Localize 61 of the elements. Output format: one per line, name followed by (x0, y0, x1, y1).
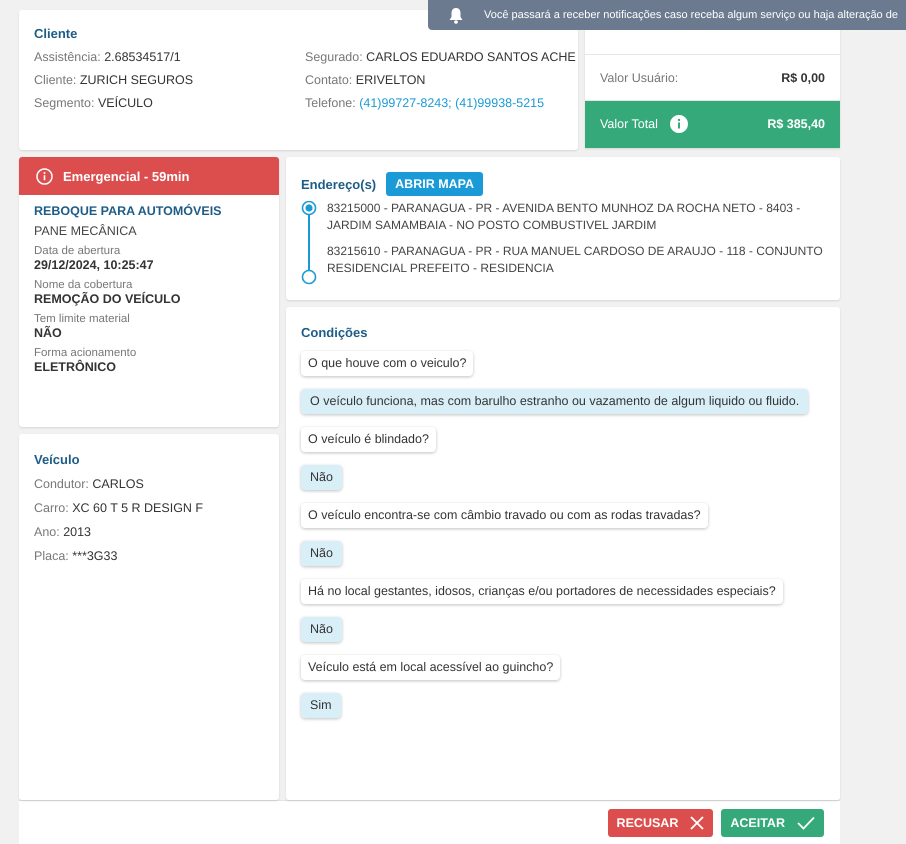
address-text: 83215610 - PARANAGUA - PR - RUA MANUEL CARDOSO DE ARAUJO - 118 - CONJUNTO RESIDENCIAL PREFEITO - RESIDENCIA (327, 243, 824, 277)
section-title: Veículo (34, 452, 81, 467)
field-value: ***3G33 (72, 549, 118, 563)
value-label: Valor Usuário: (600, 70, 678, 85)
field-label: Cliente: (34, 73, 76, 87)
question-bubble: Veículo está em local acessível ao guincho? (301, 655, 560, 680)
value-amount: R$ 0,00 (781, 70, 825, 85)
field-label: Condutor: (34, 477, 89, 491)
service-problem: PANE MECÂNICA (34, 224, 138, 238)
field-value: 2013 (63, 525, 92, 539)
service-title: REBOQUE PARA AUTOMÓVEIS (34, 204, 223, 218)
answer-bubble: O veículo funciona, mas com barulho estranho ou vazamento de algum liquido ou fluido. (301, 389, 808, 414)
question-bubble: Há no local gestantes, idosos, crianças e/ou portadores de necessidades especiais? (301, 579, 783, 604)
field-label: Ano: (34, 525, 60, 539)
section-title: Condições (301, 325, 368, 340)
field-value: CARLOS (92, 477, 144, 491)
field-value: XC 60 T 5 R DESIGN F (72, 501, 204, 515)
accept-button[interactable]: ACEITAR (721, 808, 824, 836)
field-value: ZURICH SEGUROS (80, 73, 194, 87)
reject-button[interactable]: RECUSAR (608, 808, 714, 836)
phone-link[interactable]: (41)99727-8243; (41)99938-5215 (359, 96, 544, 110)
field-label: Tem limite material (34, 313, 131, 325)
open-map-button[interactable]: ABRIR MAPA (386, 172, 484, 196)
answer-bubble: Não (301, 465, 342, 490)
close-icon (690, 816, 704, 830)
field-value: CARLOS EDUARDO SANTOS ACHE (366, 50, 576, 64)
field-label: Placa: (34, 549, 69, 563)
section-title: Cliente (34, 26, 78, 41)
field-label: Nome da cobertura (34, 279, 134, 291)
info-icon (36, 168, 53, 184)
address-text: 83215000 - PARANAGUA - PR - AVENIDA BENTO MUNHOZ DA ROCHA NETO - 8403 - JARDIM SAMAMBAIA - NO POSTO COMBUSTIVEL JARDIM (327, 200, 802, 234)
field-value: REMOÇÃO DO VEÍCULO (34, 292, 182, 306)
info-icon (670, 115, 688, 134)
field-value: VEÍCULO (98, 96, 153, 110)
field-value: ELETRÔNICO (34, 360, 117, 374)
field-value: 29/12/2024, 10:25:47 (34, 258, 155, 272)
field-value: ERIVELTON (356, 73, 426, 87)
route-timeline-icon (301, 201, 317, 285)
section-title: Endereço(s) (301, 176, 376, 192)
answer-bubble: Sim (301, 693, 341, 718)
value-label: Valor Total (600, 117, 658, 132)
field-label: Carro: (34, 501, 69, 515)
field-label: Segmento: (34, 96, 94, 110)
question-bubble: O que houve com o veiculo? (301, 351, 474, 376)
value-amount: R$ 385,40 (767, 117, 825, 132)
answer-bubble: Não (301, 541, 342, 566)
field-value: 2.68534517/1 (104, 50, 181, 64)
field-label: Assistência: (34, 50, 101, 64)
question-bubble: O veículo encontra-se com câmbio travado ou com as rodas travadas? (301, 503, 708, 528)
bell-icon (448, 6, 464, 24)
field-label: Forma acionamento (34, 347, 138, 359)
answer-bubble: Não (301, 617, 342, 642)
field-label: Contato: (305, 73, 352, 87)
field-value: NÃO (34, 326, 63, 340)
notification-text: Você passará a receber notificações caso receba algum serviço ou haja alteração de (484, 9, 898, 21)
field-label: Segurado: (305, 50, 363, 64)
question-bubble: O veículo é blindado? (301, 427, 436, 452)
check-icon (797, 816, 815, 830)
field-label: Telefone: (305, 96, 356, 110)
field-label: Data de abertura (34, 245, 122, 257)
emergency-text: Emergencial - 59min (63, 168, 190, 184)
